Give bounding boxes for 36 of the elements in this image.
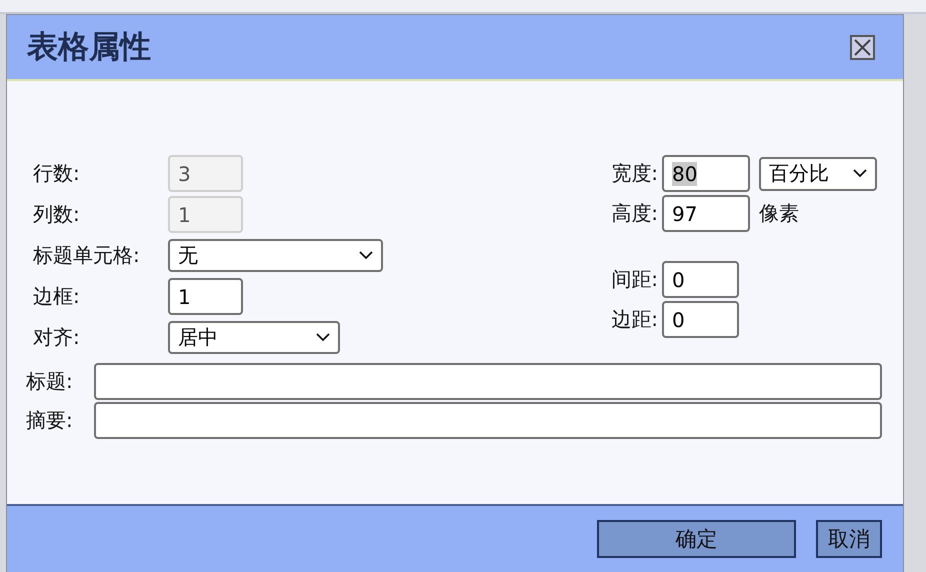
field-label: 边框:: [33, 283, 81, 310]
dropdown[interactable]: 无: [168, 239, 383, 272]
input-field[interactable]: [94, 363, 882, 400]
input-field[interactable]: 1: [168, 278, 243, 315]
field-label: 宽度:: [611, 160, 658, 187]
input-field[interactable]: 80: [662, 155, 750, 192]
field-value: 1: [178, 202, 191, 226]
field-label: 摘要:: [26, 407, 74, 434]
dialog-title: 表格属性: [27, 28, 151, 67]
field-value: 1: [178, 284, 191, 308]
field-label: 对齐:: [33, 324, 81, 351]
field-label: 标题单元格:: [33, 242, 141, 269]
ok-button[interactable]: 确定: [597, 520, 796, 558]
unit-label: 像素: [759, 200, 799, 227]
field-value: 3: [178, 162, 191, 186]
input-field[interactable]: 0: [662, 301, 739, 338]
field-label: 列数:: [33, 201, 81, 228]
field-label: 间距:: [611, 266, 658, 293]
dropdown[interactable]: 居中: [168, 321, 340, 354]
chevron-icon: [316, 333, 330, 342]
field-value: 0: [672, 268, 685, 292]
field-value: 80: [672, 162, 698, 186]
field-label: 行数:: [33, 160, 81, 187]
field-value: 97: [672, 202, 698, 226]
input-field[interactable]: 0: [662, 261, 739, 298]
field-label: 标题:: [26, 368, 74, 395]
field-label: 边距:: [611, 306, 658, 333]
input-field[interactable]: 97: [662, 195, 750, 232]
chevron-icon: [359, 251, 373, 260]
field-label: 高度:: [611, 200, 658, 227]
cancel-button[interactable]: 取消: [816, 520, 882, 558]
input-field[interactable]: [94, 402, 882, 439]
chevron-icon: [853, 169, 867, 178]
unit-dropdown[interactable]: 百分比: [759, 156, 877, 190]
close-icon[interactable]: [850, 34, 875, 60]
field-value: 0: [672, 308, 685, 332]
